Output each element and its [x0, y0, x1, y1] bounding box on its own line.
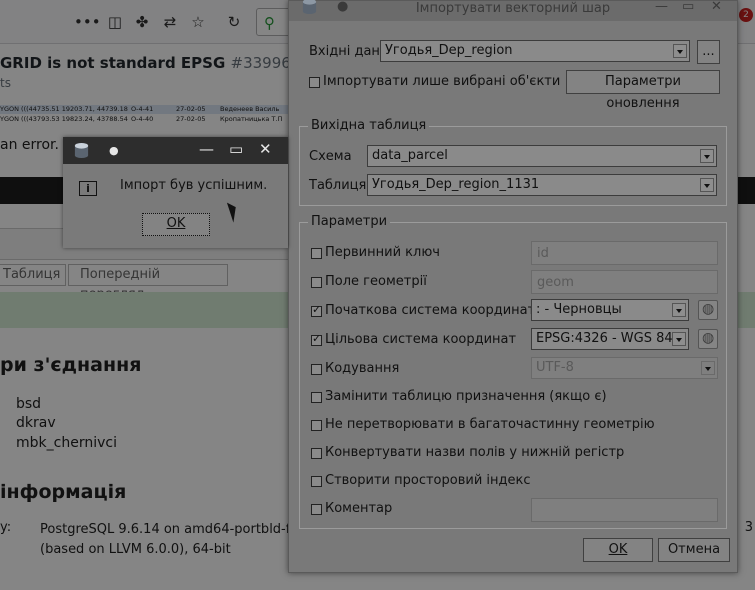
message-text: Імпорт був успішним. [120, 178, 268, 193]
source-crs-label: Початкова система координат [325, 303, 536, 318]
primary-key-field[interactable]: id [531, 241, 718, 265]
geometry-field-label: Поле геометрії [325, 274, 427, 289]
source-crs-select[interactable]: : - Черновцы [531, 299, 689, 321]
schema-label: Схема [309, 149, 352, 164]
message-ok-button[interactable]: OK [142, 213, 210, 236]
spatial-index-label: Створити просторовий індекс [325, 473, 531, 488]
comment-checkbox[interactable] [311, 504, 322, 515]
geometry-field-input[interactable]: geom [531, 270, 718, 294]
target-crs-checkbox[interactable] [311, 332, 322, 346]
minimize-icon[interactable]: — [199, 140, 214, 158]
chevron-down-icon [700, 149, 714, 163]
target-crs-label: Цільова система координат [325, 332, 517, 347]
cancel-button[interactable]: Отмена [658, 538, 730, 562]
chevron-down-icon [672, 303, 686, 317]
encoding-select[interactable]: UTF-8 [531, 357, 718, 379]
maximize-icon[interactable]: ▭ [229, 140, 243, 158]
database-icon [74, 142, 89, 159]
browse-button[interactable]: ... [697, 40, 720, 64]
comment-field[interactable] [531, 498, 718, 522]
no-multipart-checkbox[interactable] [311, 420, 322, 431]
crs-selector-globe-icon[interactable] [698, 300, 718, 320]
info-icon: i [79, 181, 97, 196]
update-options-button[interactable]: Параметри оновлення [566, 70, 720, 111]
chevron-down-icon [700, 178, 714, 192]
only-selected-label: Імпортувати лише вибрані об'єкти [323, 74, 561, 89]
dialog-title: Імпортувати векторний шар [415, 1, 611, 16]
geometry-field-checkbox[interactable] [311, 277, 322, 288]
spatial-index-checkbox[interactable] [311, 476, 322, 487]
lowercase-fields-label: Конвертувати назви полів у нижній регіст… [325, 445, 625, 460]
chevron-down-icon [673, 44, 687, 58]
options-group-title: Параметри [308, 214, 391, 229]
encoding-label: Кодування [325, 361, 400, 376]
message-titlebar[interactable]: ● — ▭ ✕ [63, 137, 288, 164]
crs-selector-globe-icon[interactable] [698, 329, 718, 349]
only-selected-checkbox[interactable] [309, 77, 320, 88]
minimize-icon[interactable]: — [655, 0, 668, 14]
chevron-down-icon [701, 361, 715, 375]
schema-select[interactable]: data_parcel [367, 145, 717, 167]
lowercase-fields-checkbox[interactable] [311, 448, 322, 459]
comment-label: Коментар [325, 501, 393, 516]
import-vector-dialog: ● Імпортувати векторний шар — ▭ ✕ Вхідні… [288, 0, 738, 573]
table-label: Таблиця [309, 178, 367, 193]
replace-table-label: Замінити таблицю призначення (якщо є) [325, 389, 607, 404]
table-select[interactable]: Угодья_Dep_region_1131 [367, 174, 717, 196]
chevron-down-icon [672, 332, 686, 346]
output-group-title: Вихідна таблиця [308, 118, 430, 133]
no-multipart-label: Не перетворювати в багаточастинну геомет… [325, 417, 655, 432]
primary-key-checkbox[interactable] [311, 248, 322, 259]
encoding-checkbox[interactable] [311, 364, 322, 375]
input-label: Вхідні дані [309, 44, 384, 59]
close-icon[interactable]: ✕ [259, 140, 272, 158]
close-icon[interactable]: ✕ [711, 0, 722, 14]
target-crs-select[interactable]: EPSG:4326 - WGS 84 [531, 328, 689, 350]
ok-button[interactable]: OK [583, 538, 653, 562]
success-message-dialog: ● — ▭ ✕ i Імпорт був успішним. OK [63, 137, 288, 248]
source-crs-checkbox[interactable] [311, 303, 322, 317]
replace-table-checkbox[interactable] [311, 392, 322, 403]
input-layer-select[interactable]: Угодья_Dep_region [380, 40, 690, 62]
primary-key-label: Первинний ключ [325, 245, 440, 260]
maximize-icon[interactable]: ▭ [682, 0, 694, 14]
dialog-titlebar[interactable]: ● Імпортувати векторний шар — ▭ ✕ [289, 0, 737, 21]
pin-icon[interactable]: ● [109, 144, 119, 157]
